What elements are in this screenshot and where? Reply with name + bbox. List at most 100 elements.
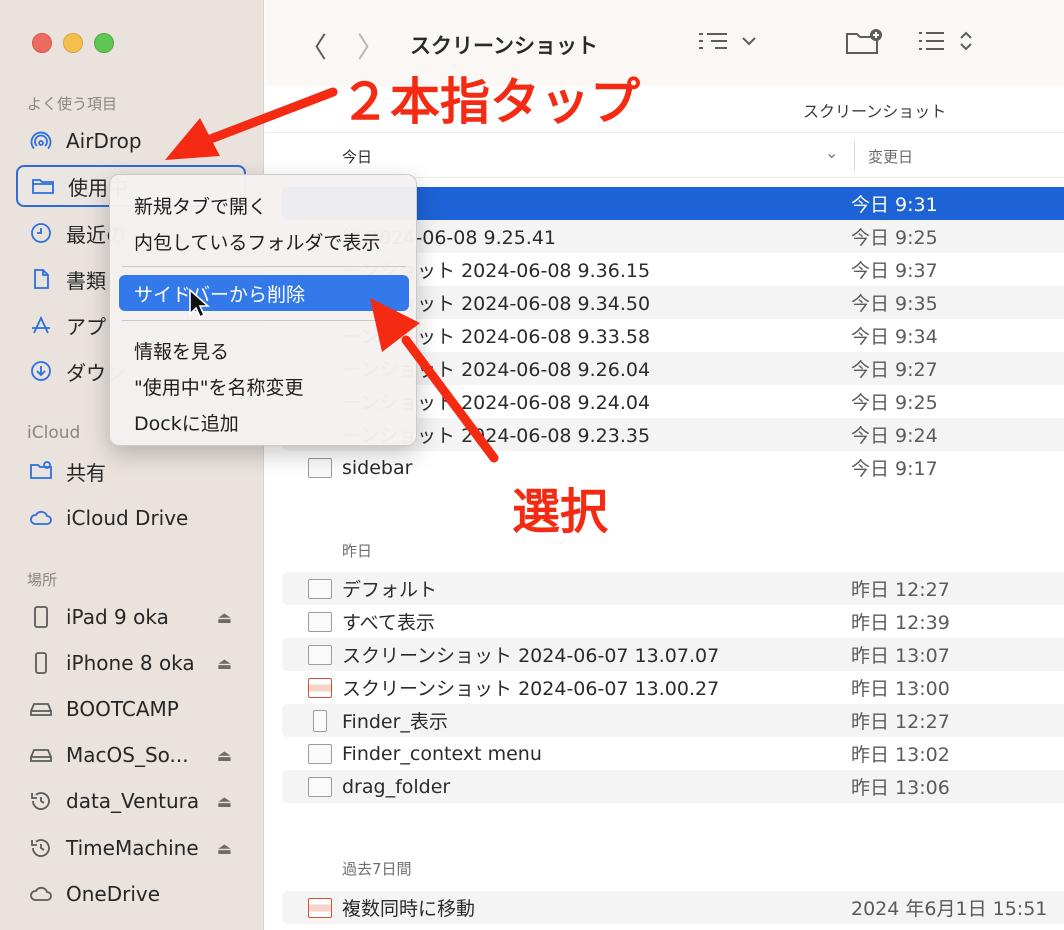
menu-item-rename[interactable]: "使用中"を名称変更 bbox=[134, 373, 303, 400]
sidebar-item-macos[interactable]: MacOS_So... ⏏ bbox=[16, 734, 246, 776]
file-name: drag_folder bbox=[342, 775, 451, 798]
eject-icon[interactable]: ⏏ bbox=[217, 792, 232, 811]
file-name: Finder_表示 bbox=[342, 711, 448, 733]
sidebar-item-timemachine[interactable]: TimeMachine ⏏ bbox=[16, 827, 246, 869]
file-thumbnail-icon bbox=[313, 709, 327, 732]
sidebar-item-bootcamp[interactable]: BOOTCAMP bbox=[16, 688, 246, 730]
file-date: 今日 9:31 bbox=[851, 194, 938, 216]
view-options-button[interactable] bbox=[697, 28, 759, 60]
group-sort-button[interactable] bbox=[917, 28, 977, 60]
table-row[interactable]: Finder_表示 昨日 12:27 bbox=[282, 704, 1064, 737]
favorites-section-label: よく使う項目 bbox=[27, 95, 118, 113]
file-date: 今日 9:35 bbox=[851, 293, 938, 315]
menu-item-open-new-tab[interactable]: 新規タブで開く bbox=[134, 192, 267, 219]
file-name: Finder_context menu bbox=[342, 742, 542, 765]
icloud-section-label: iCloud bbox=[27, 423, 81, 443]
eject-icon[interactable]: ⏏ bbox=[217, 839, 232, 858]
eject-icon[interactable]: ⏏ bbox=[217, 608, 232, 627]
minimize-window-button[interactable] bbox=[63, 33, 83, 53]
document-icon bbox=[28, 266, 54, 292]
file-name: スクリーンショット 2024-06-07 13.07.07 bbox=[342, 645, 720, 667]
sidebar-item-onedrive[interactable]: OneDrive bbox=[16, 873, 246, 915]
clock-icon bbox=[28, 220, 54, 246]
file-date: 昨日 12:27 bbox=[851, 579, 950, 601]
menu-separator bbox=[122, 320, 406, 321]
cloud-icon bbox=[28, 881, 54, 907]
sidebar-item-iphone[interactable]: iPhone 8 oka ⏏ bbox=[16, 642, 246, 684]
list-view-icon bbox=[699, 33, 756, 49]
forward-button[interactable]: 〉 bbox=[357, 26, 385, 66]
menu-item-show-in-enclosing-folder[interactable]: 内包しているフォルダで表示 bbox=[134, 228, 380, 255]
eject-icon[interactable]: ⏏ bbox=[217, 654, 232, 673]
table-row[interactable]: デフォルト 昨日 12:27 bbox=[282, 572, 1064, 605]
file-date: 昨日 13:00 bbox=[851, 678, 950, 700]
chevron-down-icon[interactable]: ⌄ bbox=[825, 143, 838, 162]
file-thumbnail-icon bbox=[308, 457, 332, 478]
file-date: 昨日 13:02 bbox=[851, 744, 950, 766]
table-row[interactable]: drag_folder 昨日 13:06 bbox=[282, 770, 1064, 803]
table-row[interactable]: Finder_context menu 昨日 13:02 bbox=[282, 737, 1064, 770]
column-header: 今日 ⌄ 変更日 bbox=[265, 132, 1064, 178]
sidebar-item-label: AirDrop bbox=[66, 129, 142, 153]
eject-icon[interactable]: ⏏ bbox=[217, 746, 232, 765]
sidebar-item-shared[interactable]: 共有 bbox=[16, 450, 246, 492]
file-date: 昨日 13:06 bbox=[851, 777, 950, 799]
file-date: 2024 年6月1日 15:51 bbox=[851, 898, 1048, 920]
sidebar-item-airdrop[interactable]: AirDrop bbox=[16, 120, 246, 162]
table-row[interactable]: すべて表示 昨日 12:39 bbox=[282, 605, 1064, 638]
file-name: スクリーンショット 2024-06-07 13.00.27 bbox=[342, 678, 720, 700]
window-title: スクリーンショット bbox=[410, 34, 598, 58]
column-name-header[interactable]: 今日 bbox=[342, 146, 372, 167]
sidebar-item-label: OneDrive bbox=[66, 882, 161, 906]
context-menu: 新規タブで開く 内包しているフォルダで表示 サイドバーから削除 情報を見る "使… bbox=[109, 174, 417, 446]
file-date: 昨日 13:07 bbox=[851, 645, 950, 667]
group-header-last-7-days: 過去7日間 bbox=[342, 860, 412, 878]
back-button[interactable]: 〈 bbox=[299, 26, 327, 66]
folder-icon bbox=[30, 173, 56, 199]
new-folder-button[interactable] bbox=[845, 28, 885, 62]
file-browser: 〈 〉 スクリーンショット スクリーンショット 今日 ⌄ 変更日 今日 9:31… bbox=[265, 0, 1064, 930]
mouse-pointer-icon bbox=[189, 288, 210, 319]
iphone-icon bbox=[28, 650, 54, 676]
sidebar-item-label: iPad 9 oka bbox=[66, 605, 169, 629]
sidebar-item-label: iCloud Drive bbox=[66, 506, 189, 530]
close-window-button[interactable] bbox=[32, 33, 52, 53]
annotation-select: 選択 bbox=[512, 484, 609, 540]
file-name: sidebar bbox=[342, 456, 413, 479]
table-row[interactable]: スクリーンショット 2024-06-07 13.00.27 昨日 13:00 bbox=[282, 671, 1064, 704]
cloud-icon bbox=[28, 505, 54, 531]
file-name: 複数同時に移動 bbox=[342, 898, 476, 920]
disk-icon bbox=[28, 696, 54, 722]
path-title: スクリーンショット bbox=[803, 102, 947, 121]
menu-item-get-info[interactable]: 情報を見る bbox=[134, 337, 229, 364]
airdrop-icon bbox=[28, 128, 54, 154]
zoom-window-button[interactable] bbox=[94, 33, 114, 53]
file-date: 今日 9:27 bbox=[851, 359, 938, 381]
table-row[interactable]: sidebar 今日 9:17 bbox=[282, 451, 1064, 484]
file-date: 今日 9:34 bbox=[851, 326, 938, 348]
menu-separator bbox=[122, 266, 406, 267]
column-divider[interactable] bbox=[854, 141, 855, 171]
window-controls bbox=[32, 33, 114, 53]
sidebar: よく使う項目 AirDrop 使用中 最近の 書類 アプ ダウン iCloud … bbox=[0, 0, 264, 930]
menu-item-add-to-dock[interactable]: Dockに追加 bbox=[134, 409, 239, 436]
menu-item-remove-from-sidebar[interactable]: サイドバーから削除 bbox=[119, 275, 409, 311]
sidebar-item-data-ventura[interactable]: data_Ventura ⏏ bbox=[16, 780, 246, 822]
file-date: 今日 9:17 bbox=[851, 458, 938, 480]
sort-icon bbox=[919, 31, 972, 51]
sidebar-item-label: 書類 bbox=[66, 268, 106, 293]
file-date: 昨日 12:39 bbox=[851, 612, 950, 634]
column-date-header[interactable]: 変更日 bbox=[868, 146, 913, 167]
file-date: 今日 9:24 bbox=[851, 425, 938, 447]
file-thumbnail-icon bbox=[308, 644, 332, 665]
sidebar-item-icloud-drive[interactable]: iCloud Drive bbox=[16, 497, 246, 539]
download-icon bbox=[28, 358, 54, 384]
file-thumbnail-icon bbox=[308, 776, 332, 797]
file-thumbnail-icon bbox=[308, 578, 332, 599]
sidebar-item-label: MacOS_So... bbox=[66, 743, 189, 767]
ipad-icon bbox=[28, 604, 54, 630]
shared-folder-icon bbox=[28, 458, 54, 484]
sidebar-item-ipad[interactable]: iPad 9 oka ⏏ bbox=[16, 596, 246, 638]
table-row[interactable]: スクリーンショット 2024-06-07 13.07.07 昨日 13:07 bbox=[282, 638, 1064, 671]
table-row[interactable]: 複数同時に移動 2024 年6月1日 15:51 bbox=[282, 891, 1064, 924]
